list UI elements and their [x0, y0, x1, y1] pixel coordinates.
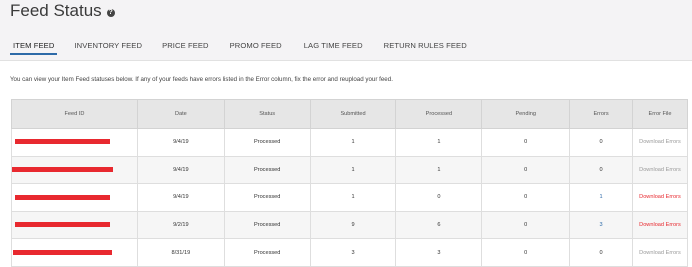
redacted-feed-id	[12, 166, 113, 172]
feed-tabs: ITEM FEED INVENTORY FEED PRICE FEED PROM…	[9, 41, 467, 55]
date-cell: 9/4/19	[136, 128, 225, 157]
errors-cell: 0	[569, 238, 633, 267]
table-row: 9/4/19 Processed 1 1 0 0 Download Errors	[11, 155, 688, 185]
date-cell: 8/31/19	[136, 238, 225, 267]
help-icon[interactable]: ?	[106, 8, 115, 17]
column-header-processed: Processed	[395, 99, 483, 129]
pending-cell: 0	[481, 128, 571, 157]
column-header-feed-id: Feed ID	[11, 99, 138, 129]
tab-lag-time-feed[interactable]: LAG TIME FEED	[304, 41, 363, 50]
processed-cell: 3	[395, 238, 483, 267]
submitted-cell: 9	[309, 210, 397, 240]
column-header-errors: Errors	[569, 99, 633, 129]
download-errors-link: Download Errors	[632, 238, 688, 267]
column-header-date: Date	[136, 99, 225, 129]
processed-cell: 1	[395, 155, 483, 185]
tab-item-feed[interactable]: ITEM FEED	[9, 41, 58, 55]
page-header: Feed Status ? ITEM FEED INVENTORY FEED P…	[0, 0, 692, 60]
errors-cell: 0	[569, 128, 633, 157]
status-cell: Processed	[223, 155, 311, 185]
processed-cell: 1	[395, 128, 483, 157]
status-cell: Processed	[223, 183, 311, 212]
download-errors-link: Download Errors	[632, 128, 688, 157]
processed-cell: 0	[395, 183, 483, 212]
submitted-cell: 1	[309, 128, 397, 157]
redacted-feed-id	[13, 249, 112, 255]
tab-promo-feed[interactable]: PROMO FEED	[230, 41, 282, 50]
pending-cell: 0	[481, 183, 571, 212]
submitted-cell: 1	[309, 183, 397, 212]
redacted-feed-id	[15, 222, 110, 228]
feed-id-cell[interactable]	[11, 210, 138, 240]
download-errors-link[interactable]: Download Errors	[632, 183, 688, 212]
submitted-cell: 1	[309, 155, 397, 185]
date-cell: 9/4/19	[136, 155, 225, 185]
pending-cell: 0	[481, 238, 571, 267]
errors-count-link[interactable]: 1	[569, 183, 633, 212]
feed-id-cell[interactable]	[11, 238, 138, 267]
intro-text: You can view your Item Feed statuses bel…	[10, 76, 393, 83]
errors-cell: 0	[569, 155, 633, 185]
feed-id-cell[interactable]	[11, 183, 138, 212]
column-header-pending: Pending	[481, 99, 571, 129]
tab-return-rules-feed[interactable]: RETURN RULES FEED	[384, 41, 467, 50]
redacted-feed-id	[15, 139, 110, 145]
header-divider	[0, 60, 692, 61]
status-cell: Processed	[223, 128, 311, 157]
redacted-feed-id	[15, 194, 110, 200]
feed-status-table: Feed ID Date Status Submitted Processed …	[11, 99, 688, 267]
status-cell: Processed	[223, 210, 311, 240]
table-header-row: Feed ID Date Status Submitted Processed …	[11, 99, 688, 129]
table-row: 9/4/19 Processed 1 0 0 1 Download Errors	[11, 183, 688, 212]
page-title: Feed Status	[10, 1, 102, 20]
processed-cell: 6	[395, 210, 483, 240]
tab-price-feed[interactable]: PRICE FEED	[162, 41, 209, 50]
date-cell: 9/2/19	[136, 210, 225, 240]
download-errors-link[interactable]: Download Errors	[632, 210, 688, 240]
tab-inventory-feed[interactable]: INVENTORY FEED	[74, 41, 142, 50]
pending-cell: 0	[481, 155, 571, 185]
pending-cell: 0	[481, 210, 571, 240]
table-row: 9/2/19 Processed 9 6 0 3 Download Errors	[11, 210, 688, 240]
date-cell: 9/4/19	[136, 183, 225, 212]
feed-id-cell[interactable]	[11, 155, 138, 185]
status-cell: Processed	[223, 238, 311, 267]
table-row: 9/4/19 Processed 1 1 0 0 Download Errors	[11, 128, 688, 157]
column-header-submitted: Submitted	[309, 99, 397, 129]
download-errors-link: Download Errors	[632, 155, 688, 185]
column-header-status: Status	[223, 99, 311, 129]
page-title-group: Feed Status ?	[10, 1, 115, 21]
submitted-cell: 3	[309, 238, 397, 267]
table-row: 8/31/19 Processed 3 3 0 0 Download Error…	[11, 238, 688, 267]
column-header-error-file: Error File	[632, 99, 688, 129]
feed-id-cell[interactable]	[11, 128, 138, 157]
errors-count-link[interactable]: 3	[569, 210, 633, 240]
